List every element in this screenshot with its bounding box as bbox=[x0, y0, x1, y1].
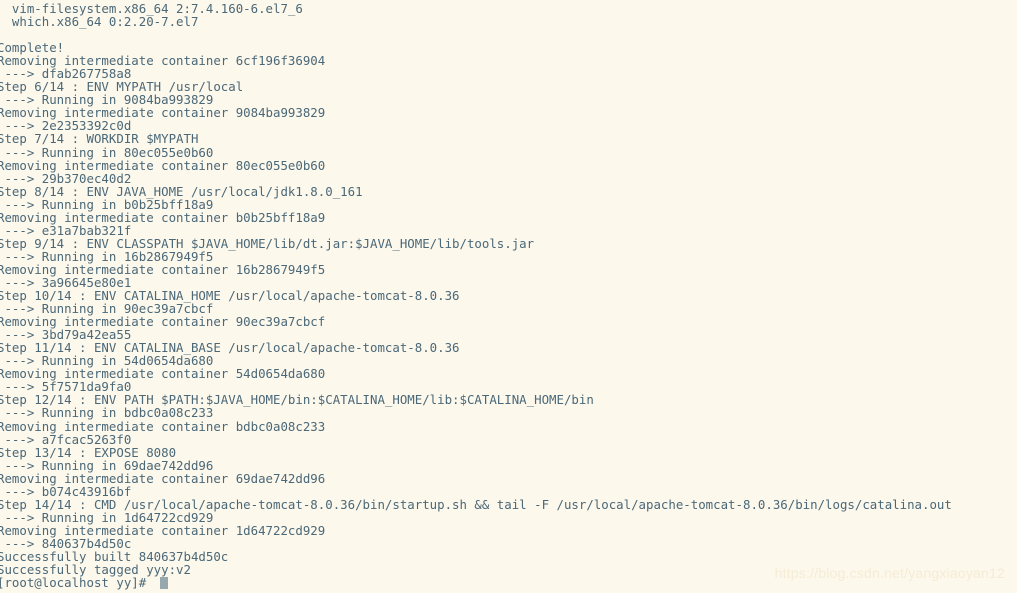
console-line: Removing intermediate container 69dae742… bbox=[0, 470, 326, 486]
console-line: Removing intermediate container 90ec39a7… bbox=[0, 314, 326, 330]
console-line: Removing intermediate container 6cf196f3… bbox=[0, 53, 326, 69]
console-line: ---> Running in b0b25bff18a9 bbox=[0, 196, 214, 212]
console-line: ---> Running in 1d64722cd929 bbox=[0, 509, 214, 525]
console-line: ---> Running in 69dae742dd96 bbox=[0, 457, 214, 473]
console-line: Removing intermediate container 9084ba99… bbox=[0, 105, 326, 121]
console-line: ---> a7fcac5263f0 bbox=[0, 431, 132, 447]
console-line: ---> b074c43916bf bbox=[0, 483, 132, 499]
console-line: Removing intermediate container 80ec055e… bbox=[0, 157, 326, 173]
shell-prompt-text: [root@localhost yy]# bbox=[0, 575, 154, 591]
console-line: ---> Running in 80ec055e0b60 bbox=[0, 144, 214, 160]
console-line: Step 7/14 : WORKDIR $MYPATH bbox=[0, 131, 199, 147]
console-line: ---> Running in 16b2867949f5 bbox=[0, 248, 214, 264]
console-line: Removing intermediate container 1d64722c… bbox=[0, 522, 326, 538]
console-line: ---> 840637b4d50c bbox=[0, 535, 132, 551]
console-line: ---> 29b370ec40d2 bbox=[0, 170, 132, 186]
console-output: vim-filesystem.x86_64 2:7.4.160-6.el7_6 … bbox=[0, 2, 1017, 589]
text-cursor bbox=[159, 576, 168, 589]
console-line: which.x86_64 0:2.20-7.el7 bbox=[0, 14, 199, 30]
console-line: Step 13/14 : EXPOSE 8080 bbox=[0, 444, 177, 460]
shell-prompt-line[interactable]: [root@localhost yy]# bbox=[0, 576, 1017, 589]
console-line: Removing intermediate container 54d0654d… bbox=[0, 366, 326, 382]
terminal-window[interactable]: vim-filesystem.x86_64 2:7.4.160-6.el7_6 … bbox=[0, 0, 1017, 593]
console-line: Removing intermediate container b0b25bff… bbox=[0, 209, 326, 225]
console-line: Step 9/14 : ENV CLASSPATH $JAVA_HOME/lib… bbox=[0, 235, 535, 251]
console-line: Removing intermediate container bdbc0a08… bbox=[0, 418, 326, 434]
console-line: Step 14/14 : CMD /usr/local/apache-tomca… bbox=[0, 496, 952, 512]
console-line: Removing intermediate container 16b28679… bbox=[0, 261, 326, 277]
console-line: ---> e31a7bab321f bbox=[0, 222, 132, 238]
console-line: Step 8/14 : ENV JAVA_HOME /usr/local/jdk… bbox=[0, 183, 363, 199]
console-line: ---> Running in bdbc0a08c233 bbox=[0, 405, 214, 421]
